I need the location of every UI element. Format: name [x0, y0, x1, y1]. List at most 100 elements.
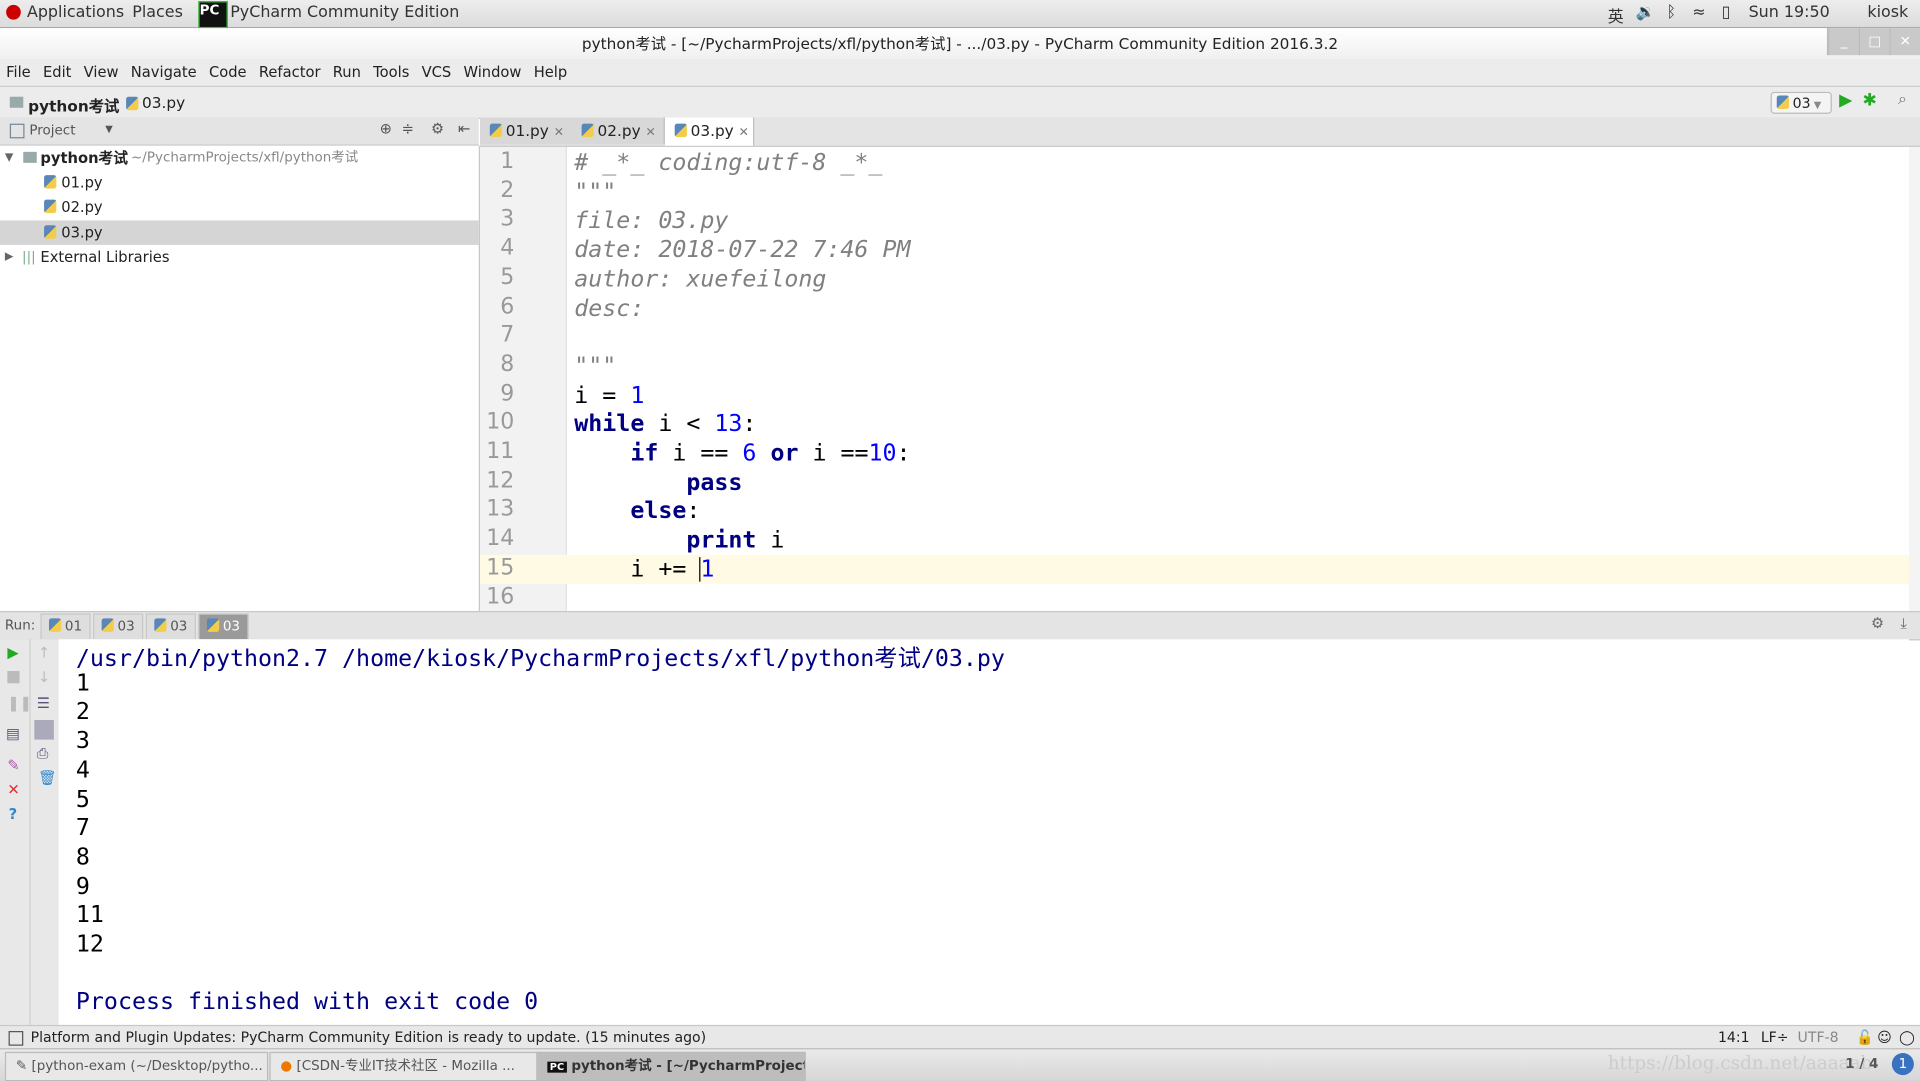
gear-icon[interactable]: ⚙ — [1871, 615, 1884, 632]
debug-icon[interactable]: ✱ — [1862, 91, 1876, 111]
menu-file[interactable]: File — [0, 59, 37, 86]
battery-icon[interactable]: ▯ — [1722, 4, 1731, 22]
locate-icon[interactable]: ⊕ — [380, 120, 392, 137]
scroll-to-end-icon[interactable] — [34, 720, 54, 740]
app-menu[interactable]: PyCharm Community Edition — [230, 4, 459, 22]
menu-vcs[interactable]: VCS — [415, 59, 457, 86]
menu-view[interactable]: View — [78, 59, 125, 86]
tree-file-selected[interactable]: 03.py — [0, 220, 479, 245]
hide-panel-icon[interactable]: ⇤ — [458, 120, 470, 137]
down-arrow-icon[interactable]: ↓ — [38, 669, 50, 686]
code-line[interactable]: if i == 6 or i ==10: — [574, 440, 910, 467]
tab-01-py[interactable]: 01.py ✕ — [480, 117, 577, 145]
close-tab-icon[interactable]: ✕ — [646, 126, 656, 139]
status-bar: Platform and Plugin Updates: PyCharm Com… — [0, 1024, 1920, 1050]
expand-arrow-icon[interactable]: ▶ — [5, 245, 13, 269]
places-menu[interactable]: Places — [132, 4, 183, 22]
layout-icon[interactable]: ▤ — [6, 725, 20, 742]
menu-navigate[interactable]: Navigate — [125, 59, 203, 86]
stop-icon[interactable] — [7, 671, 20, 684]
rerun-icon[interactable]: ▶ — [7, 644, 18, 661]
wifi-icon[interactable]: ≈ — [1692, 4, 1705, 22]
code-line[interactable]: desc: — [574, 294, 644, 321]
project-view-select[interactable]: Project — [29, 122, 75, 138]
gear-icon[interactable]: ⚙ — [431, 120, 444, 137]
menu-run[interactable]: Run — [327, 59, 367, 86]
hide-panel-icon[interactable]: ⤓ — [1900, 615, 1907, 633]
line-separator[interactable]: LF÷ — [1761, 1026, 1789, 1049]
pause-icon[interactable]: ❚❚ — [7, 694, 32, 711]
run-icon[interactable]: ▶ — [1839, 91, 1852, 111]
pin-icon[interactable]: ✎ — [7, 757, 19, 774]
run-tab[interactable]: 03 — [93, 613, 144, 641]
bluetooth-icon[interactable]: ᛒ — [1667, 4, 1677, 22]
collapse-all-icon[interactable]: ≑ — [402, 120, 414, 137]
event-icon[interactable]: ◯ — [1899, 1026, 1915, 1049]
maximize-button[interactable]: □ — [1858, 28, 1890, 56]
trash-icon[interactable]: 🗑 — [38, 769, 57, 786]
code-line[interactable]: i = 1 — [574, 382, 644, 409]
menu-refactor[interactable]: Refactor — [253, 59, 327, 86]
taskbar-item-pycharm[interactable]: PC python考试 - [~/PycharmProject... — [536, 1051, 806, 1081]
menu-code[interactable]: Code — [203, 59, 253, 86]
tree-file[interactable]: 02.py — [0, 195, 479, 219]
minimize-button[interactable]: _ — [1828, 28, 1859, 56]
applications-menu[interactable]: Applications — [27, 4, 124, 22]
caret-position[interactable]: 14:1 — [1718, 1026, 1750, 1049]
event-log-icon[interactable] — [8, 1031, 24, 1046]
line-number: 7 — [500, 322, 515, 348]
file-encoding[interactable]: UTF-8 — [1798, 1026, 1839, 1049]
close-button[interactable]: ✕ — [1889, 28, 1920, 56]
run-console[interactable] — [58, 639, 1909, 1025]
search-icon[interactable]: ⌕ — [1898, 91, 1907, 109]
menu-edit[interactable]: Edit — [37, 59, 78, 86]
workspace-switcher[interactable]: 1 / 4 — [1845, 1056, 1878, 1072]
tree-external-libraries[interactable]: ▶ ||| External Libraries — [0, 245, 479, 269]
editor-scrollbar[interactable] — [1908, 146, 1920, 612]
tab-02-py[interactable]: 02.py ✕ — [571, 117, 665, 145]
code-line[interactable]: pass — [574, 469, 742, 496]
input-method-indicator[interactable]: 英 — [1608, 4, 1624, 27]
help-icon[interactable]: ? — [9, 806, 18, 823]
lock-icon[interactable]: 🔓 — [1856, 1026, 1874, 1049]
code-line[interactable]: """ — [574, 178, 616, 205]
notification-badge[interactable]: 1 — [1891, 1053, 1914, 1076]
tree-file[interactable]: 01.py — [0, 170, 479, 194]
taskbar-item-firefox[interactable]: ● [CSDN-专业IT技术社区 - Mozilla ... — [269, 1051, 539, 1081]
run-tab[interactable]: 03 — [145, 613, 196, 641]
code-line[interactable]: author: xuefeilong — [574, 265, 826, 292]
breadcrumb-project[interactable]: python考试 — [28, 93, 119, 116]
run-config-name: 03 — [1792, 94, 1811, 112]
expand-arrow-icon[interactable]: ▼ — [5, 146, 13, 170]
code-line[interactable]: file: 03.py — [574, 207, 728, 234]
run-tab[interactable]: 03 — [198, 613, 249, 641]
clock[interactable]: Sun 19:50 — [1749, 4, 1830, 22]
run-config-select[interactable]: 03 ▼ — [1770, 91, 1832, 114]
user-menu[interactable]: kiosk — [1867, 4, 1908, 22]
print-icon[interactable]: ⎙ — [37, 744, 49, 762]
code-line[interactable]: i += 1 — [574, 556, 714, 583]
close-tab-icon[interactable]: ✕ — [554, 126, 564, 139]
close-tab-icon[interactable]: ✕ — [739, 126, 749, 139]
tree-root[interactable]: ▼ python考试 ~/PycharmProjects/xfl/python考… — [0, 146, 479, 170]
code-line[interactable]: date: 2018-07-22 7:46 PM — [574, 236, 910, 263]
menu-help[interactable]: Help — [528, 59, 574, 86]
code-line[interactable]: print i — [574, 527, 784, 554]
volume-icon[interactable]: 🔉 — [1636, 4, 1656, 22]
menu-tools[interactable]: Tools — [367, 59, 415, 86]
chevron-down-icon[interactable]: ▼ — [105, 124, 113, 135]
close-icon[interactable]: ✕ — [7, 781, 19, 798]
code-line[interactable]: else: — [574, 498, 700, 525]
inspector-icon[interactable]: ☺ — [1877, 1026, 1892, 1049]
code-line[interactable]: # _*_ coding:utf-8 _*_ — [574, 149, 882, 176]
tab-03-py[interactable]: 03.py ✕ — [664, 117, 755, 146]
breadcrumb-file[interactable]: 03.py — [142, 93, 185, 111]
up-arrow-icon[interactable]: ↑ — [38, 644, 50, 661]
code-line[interactable]: """ — [574, 353, 616, 380]
soft-wrap-icon[interactable]: ☰ — [37, 694, 50, 711]
run-tab[interactable]: 01 — [40, 613, 91, 641]
taskbar-item-editor[interactable]: ✎ [python-exam (~/Desktop/pytho... — [4, 1051, 269, 1081]
menu-window[interactable]: Window — [457, 59, 527, 86]
status-message[interactable]: Platform and Plugin Updates: PyCharm Com… — [31, 1026, 707, 1049]
code-line[interactable]: while i < 13: — [574, 411, 756, 438]
